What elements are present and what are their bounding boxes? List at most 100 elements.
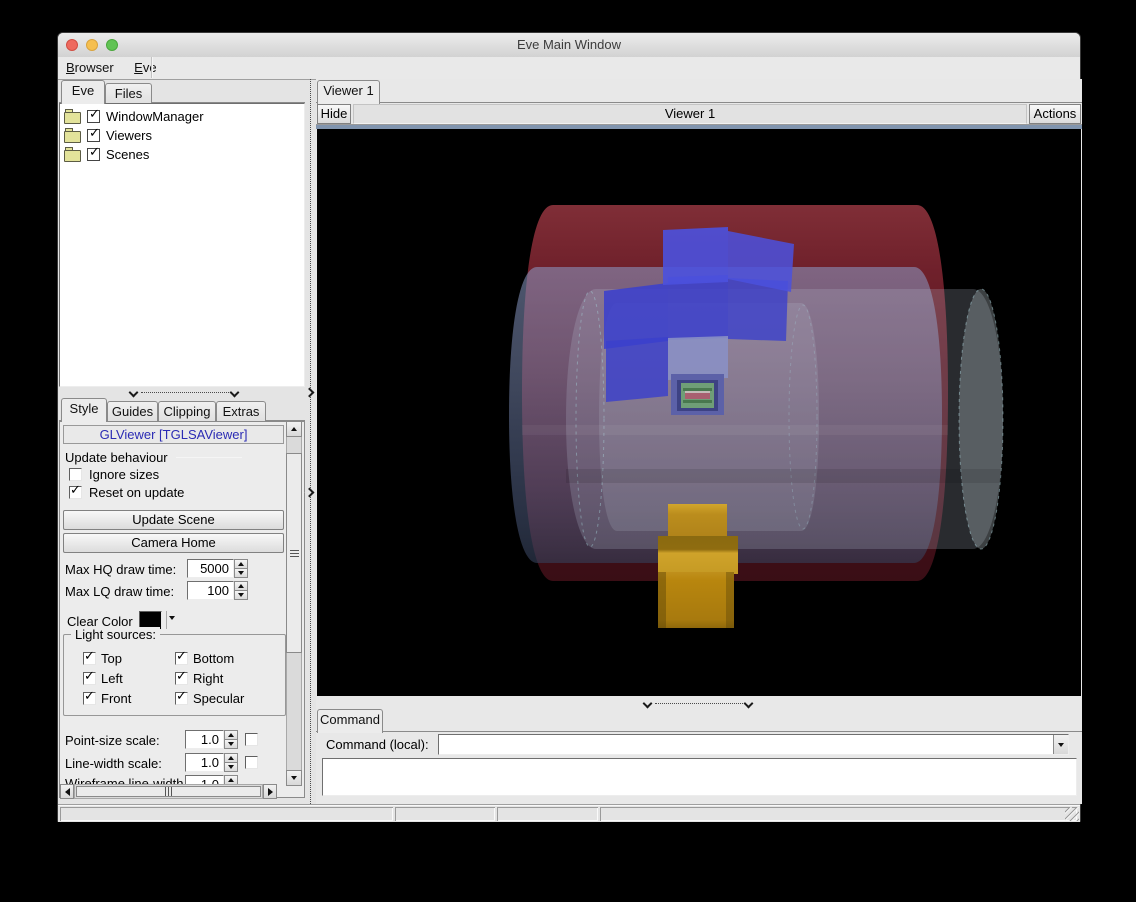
hide-button[interactable]: Hide [317,104,351,124]
max-hq-field[interactable]: 5000 [187,559,234,578]
line-width-label: Line-width scale: [65,756,162,771]
tab-eve[interactable]: Eve [61,80,105,104]
gl-scene[interactable] [317,129,1081,696]
command-input[interactable] [438,734,1069,755]
tree-row-viewers[interactable]: ✓ Viewers [60,126,304,145]
style-vscrollbar-thumb[interactable] [286,453,302,653]
spin-down-button[interactable] [224,762,238,772]
check-icon: ✓ [70,483,81,498]
tree-row-windowmanager[interactable]: ✓ WindowManager [60,107,304,126]
core-stripe-highlight [685,391,710,393]
spin-down-button[interactable] [234,568,248,578]
spin-down-button[interactable] [234,590,248,600]
scroll-down-button[interactable] [286,770,302,786]
scroll-left-button[interactable] [60,784,74,799]
command-tabline [316,731,1082,732]
line-width-field[interactable]: 1.0 [185,753,224,772]
eve-tree-panel: ✓ WindowManager ✓ Viewers ✓ Scenes [59,103,305,387]
down-arrow-icon [238,593,244,597]
dropdown-arrow-icon [169,616,175,620]
ignore-sizes-checkbox[interactable] [69,468,82,481]
point-size-field[interactable]: 1.0 [185,730,224,749]
command-dropdown-button[interactable] [1053,735,1068,754]
light-specular-label[interactable]: Specular [193,691,244,706]
tree-checkbox[interactable]: ✓ [87,129,100,142]
tab-command[interactable]: Command [317,709,383,733]
scroll-right-button[interactable] [263,784,277,799]
line-width-checkbox[interactable] [245,756,258,769]
glviewer-header-button[interactable]: GLViewer [TGLSAViewer] [63,425,284,444]
up-arrow-icon [228,778,234,782]
tree-item-label[interactable]: Viewers [106,128,152,143]
tree-item-label[interactable]: Scenes [106,147,149,162]
light-specular-checkbox[interactable]: ✓ [175,692,188,705]
style-hscrollbar-thumb[interactable] [76,786,261,797]
status-cell [60,807,393,821]
support-block-mid [658,536,738,574]
up-arrow-icon [238,562,244,566]
light-top-label[interactable]: Top [101,651,122,666]
down-arrow-icon [228,765,234,769]
thumb-grip-icon [290,550,299,557]
resize-grip[interactable] [1065,807,1079,821]
tree-checkbox[interactable]: ✓ [87,110,100,123]
point-size-checkbox[interactable] [245,733,258,746]
reset-on-update-checkbox[interactable]: ✓ [69,486,82,499]
max-lq-label: Max LQ draw time: [65,584,174,599]
barrel-band [566,469,1003,483]
check-icon: ✓ [89,107,100,122]
up-arrow-icon [228,733,234,737]
light-front-label[interactable]: Front [101,691,131,706]
max-hq-label: Max HQ draw time: [65,562,176,577]
tab-files[interactable]: Files [105,83,152,104]
light-bottom-label[interactable]: Bottom [193,651,234,666]
status-cell [497,807,598,821]
tree-item-label[interactable]: WindowManager [106,109,204,124]
light-right-label[interactable]: Right [193,671,223,686]
light-left-checkbox[interactable]: ✓ [83,672,96,685]
spin-down-button[interactable] [224,739,238,749]
light-top-checkbox[interactable]: ✓ [83,652,96,665]
camera-home-button[interactable]: Camera Home [63,533,284,553]
tree-row-scenes[interactable]: ✓ Scenes [60,145,304,164]
tab-style[interactable]: Style [61,398,107,422]
muon-chamber [668,275,728,340]
dropdown-arrow-icon [1058,743,1064,747]
light-sources-title: Light sources: [71,627,160,642]
menu-browser[interactable]: Browser [58,57,122,75]
glviewer-label: GLViewer [TGLSAViewer] [100,427,248,442]
menu-eve[interactable]: Eve [126,57,164,75]
light-front-checkbox[interactable]: ✓ [83,692,96,705]
ignore-sizes-label[interactable]: Ignore sizes [89,467,159,482]
clear-color-dropdown[interactable] [169,616,175,620]
gl-viewport[interactable] [317,129,1081,696]
command-output[interactable] [322,758,1077,796]
reset-on-update-label[interactable]: Reset on update [89,485,184,500]
status-bar [58,804,1080,822]
actions-button[interactable]: Actions [1029,104,1081,124]
tab-guides[interactable]: Guides [107,401,158,422]
title-bar[interactable]: Eve Main Window [58,33,1080,58]
up-arrow-icon [228,756,234,760]
tab-clipping[interactable]: Clipping [158,401,216,422]
light-right-checkbox[interactable]: ✓ [175,672,188,685]
endcap-shape [668,336,728,380]
tree-checkbox[interactable]: ✓ [87,148,100,161]
splitter-dots [141,392,229,393]
light-bottom-checkbox[interactable]: ✓ [175,652,188,665]
tab-extras[interactable]: Extras [216,401,266,422]
main-vertical-splitter[interactable] [305,79,316,804]
max-lq-field[interactable]: 100 [187,581,234,600]
viewport-command-splitter[interactable] [316,698,1082,709]
splitter-chevron-icon [643,699,653,709]
tab-viewer-1[interactable]: Viewer 1 [317,80,380,104]
tree-style-splitter[interactable] [59,387,305,398]
max-lq-spinner [234,581,248,600]
check-icon: ✓ [176,689,187,704]
screen: Eve Main Window Browser Eve Eve Files ✓ … [0,0,1136,902]
light-left-label[interactable]: Left [101,671,123,686]
scroll-up-button[interactable] [286,421,302,437]
viewer-title-bar[interactable]: Viewer 1 [353,104,1027,124]
folder-icon [64,112,81,124]
update-scene-button[interactable]: Update Scene [63,510,284,530]
